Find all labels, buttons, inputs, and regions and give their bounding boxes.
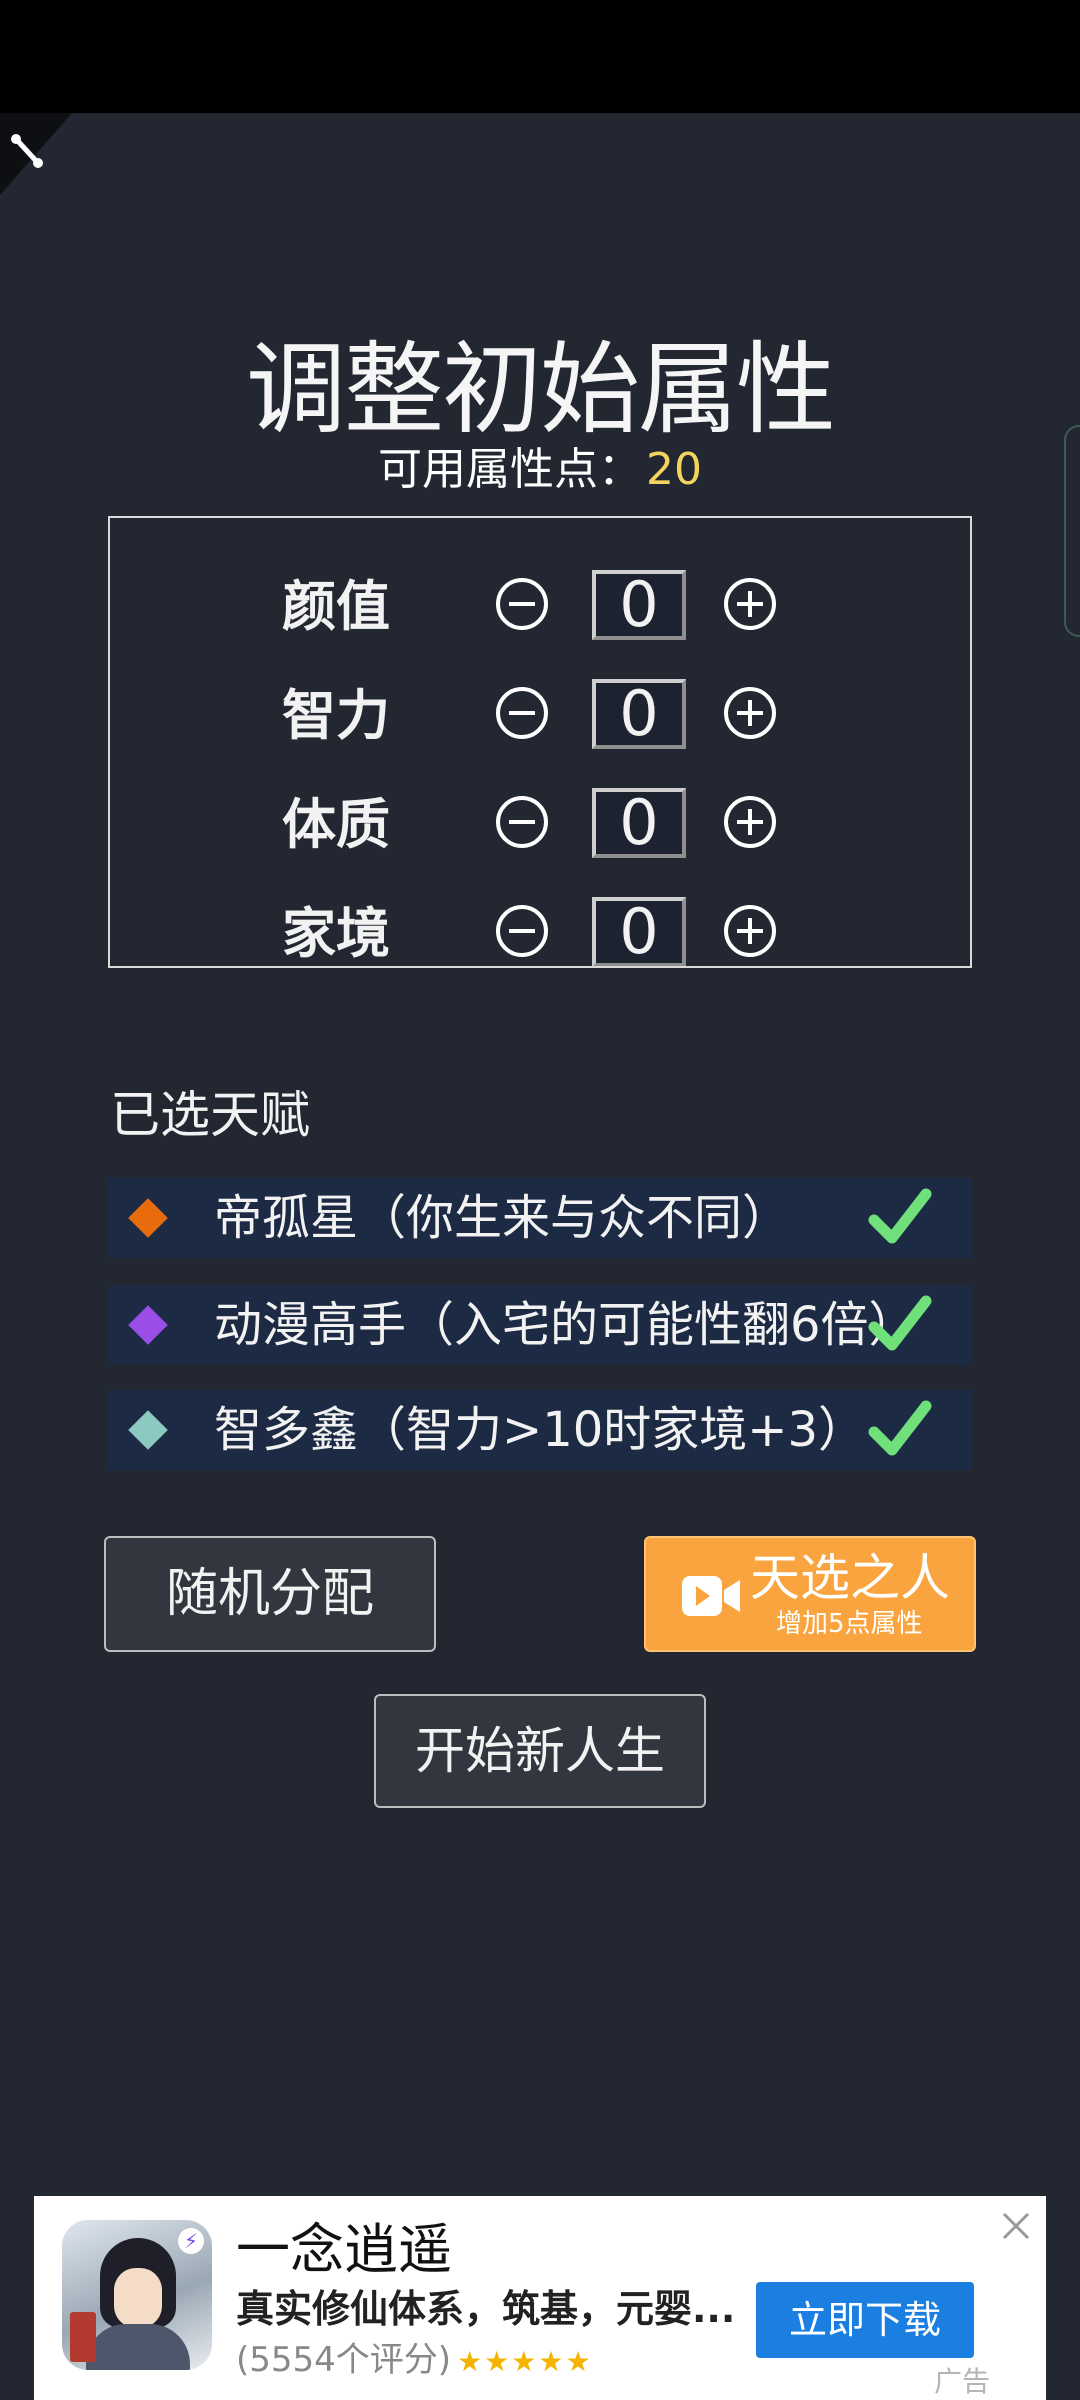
minus-circle-icon[interactable] [496, 578, 548, 630]
lightning-icon: ⚡ [178, 2228, 204, 2254]
diamond-icon [128, 1198, 168, 1238]
chosen-one-subtitle: 增加5点属性 [776, 1609, 923, 1639]
app-icon[interactable]: ⚡ [62, 2220, 212, 2370]
star-rating-icon: ★★★★★ [457, 2345, 593, 2378]
minus-circle-icon[interactable] [496, 905, 548, 957]
ad-rating-count: (5554个评分) [236, 2340, 452, 2380]
attribute-label: 智力 [282, 684, 390, 747]
status-bar [0, 0, 1080, 113]
attribute-value-field[interactable]: 0 [592, 788, 686, 858]
check-icon [868, 1400, 932, 1456]
talent-item[interactable]: 帝孤星（你生来与众不同） [108, 1178, 972, 1258]
attribute-label: 体质 [282, 793, 390, 856]
available-points: 可用属性点：20 [0, 440, 1080, 500]
attribute-label: 颜值 [282, 575, 390, 638]
chosen-one-button[interactable]: 天选之人 增加5点属性 [644, 1536, 976, 1652]
available-points-value: 20 [646, 444, 702, 495]
attribute-panel: 颜值 0 智力 0 体质 0 家境 0 [108, 516, 972, 968]
ad-title[interactable]: 一念逍遥 [236, 2218, 452, 2282]
check-icon [868, 1188, 932, 1244]
talent-item[interactable]: 智多鑫（智力>10时家境+3） [108, 1390, 972, 1470]
plus-circle-icon[interactable] [724, 578, 776, 630]
minus-circle-icon[interactable] [496, 796, 548, 848]
talent-label: 智多鑫（智力>10时家境+3） [214, 1402, 867, 1458]
start-new-life-button[interactable]: 开始新人生 [374, 1694, 706, 1808]
ad-description: 真实修仙体系，筑基，元婴... [236, 2287, 736, 2331]
talent-item[interactable]: 动漫高手（入宅的可能性翻6倍） [108, 1285, 972, 1365]
close-icon[interactable] [996, 2206, 1036, 2246]
video-camera-icon [682, 1576, 740, 1616]
attribute-value-field[interactable]: 0 [592, 897, 686, 966]
chosen-one-title: 天选之人 [750, 1549, 950, 1607]
attribute-value-field[interactable]: 0 [592, 570, 686, 640]
plus-circle-icon[interactable] [724, 687, 776, 739]
attribute-row-constitution: 体质 0 [110, 770, 970, 870]
attribute-row-appearance: 颜值 0 [110, 552, 970, 652]
attribute-row-intelligence: 智力 0 [110, 661, 970, 761]
attribute-value-field[interactable]: 0 [592, 679, 686, 749]
attribute-row-family: 家境 0 [110, 879, 970, 966]
ad-label: 广告 [934, 2365, 991, 2398]
minus-circle-icon[interactable] [496, 687, 548, 739]
ad-banner[interactable]: ⚡ 一念逍遥 真实修仙体系，筑基，元婴... (5554个评分) ★★★★★ 立即… [34, 2196, 1046, 2400]
random-allocate-button[interactable]: 随机分配 [104, 1536, 436, 1652]
expand-corner-icon[interactable] [0, 113, 72, 195]
available-points-label: 可用属性点： [378, 444, 642, 495]
diamond-icon [128, 1305, 168, 1345]
ad-rating: (5554个评分) ★★★★★ [236, 2338, 593, 2384]
attribute-label: 家境 [282, 902, 390, 965]
talent-label: 帝孤星（你生来与众不同） [214, 1190, 791, 1246]
plus-circle-icon[interactable] [724, 905, 776, 957]
page-title: 调整初始属性 [246, 331, 836, 448]
selected-talents-heading: 已选天赋 [110, 1086, 310, 1144]
talent-label: 动漫高手（入宅的可能性翻6倍） [214, 1297, 917, 1353]
plus-circle-icon[interactable] [724, 796, 776, 848]
check-icon [868, 1295, 932, 1351]
diamond-icon [128, 1410, 168, 1450]
download-button[interactable]: 立即下载 [756, 2282, 974, 2358]
